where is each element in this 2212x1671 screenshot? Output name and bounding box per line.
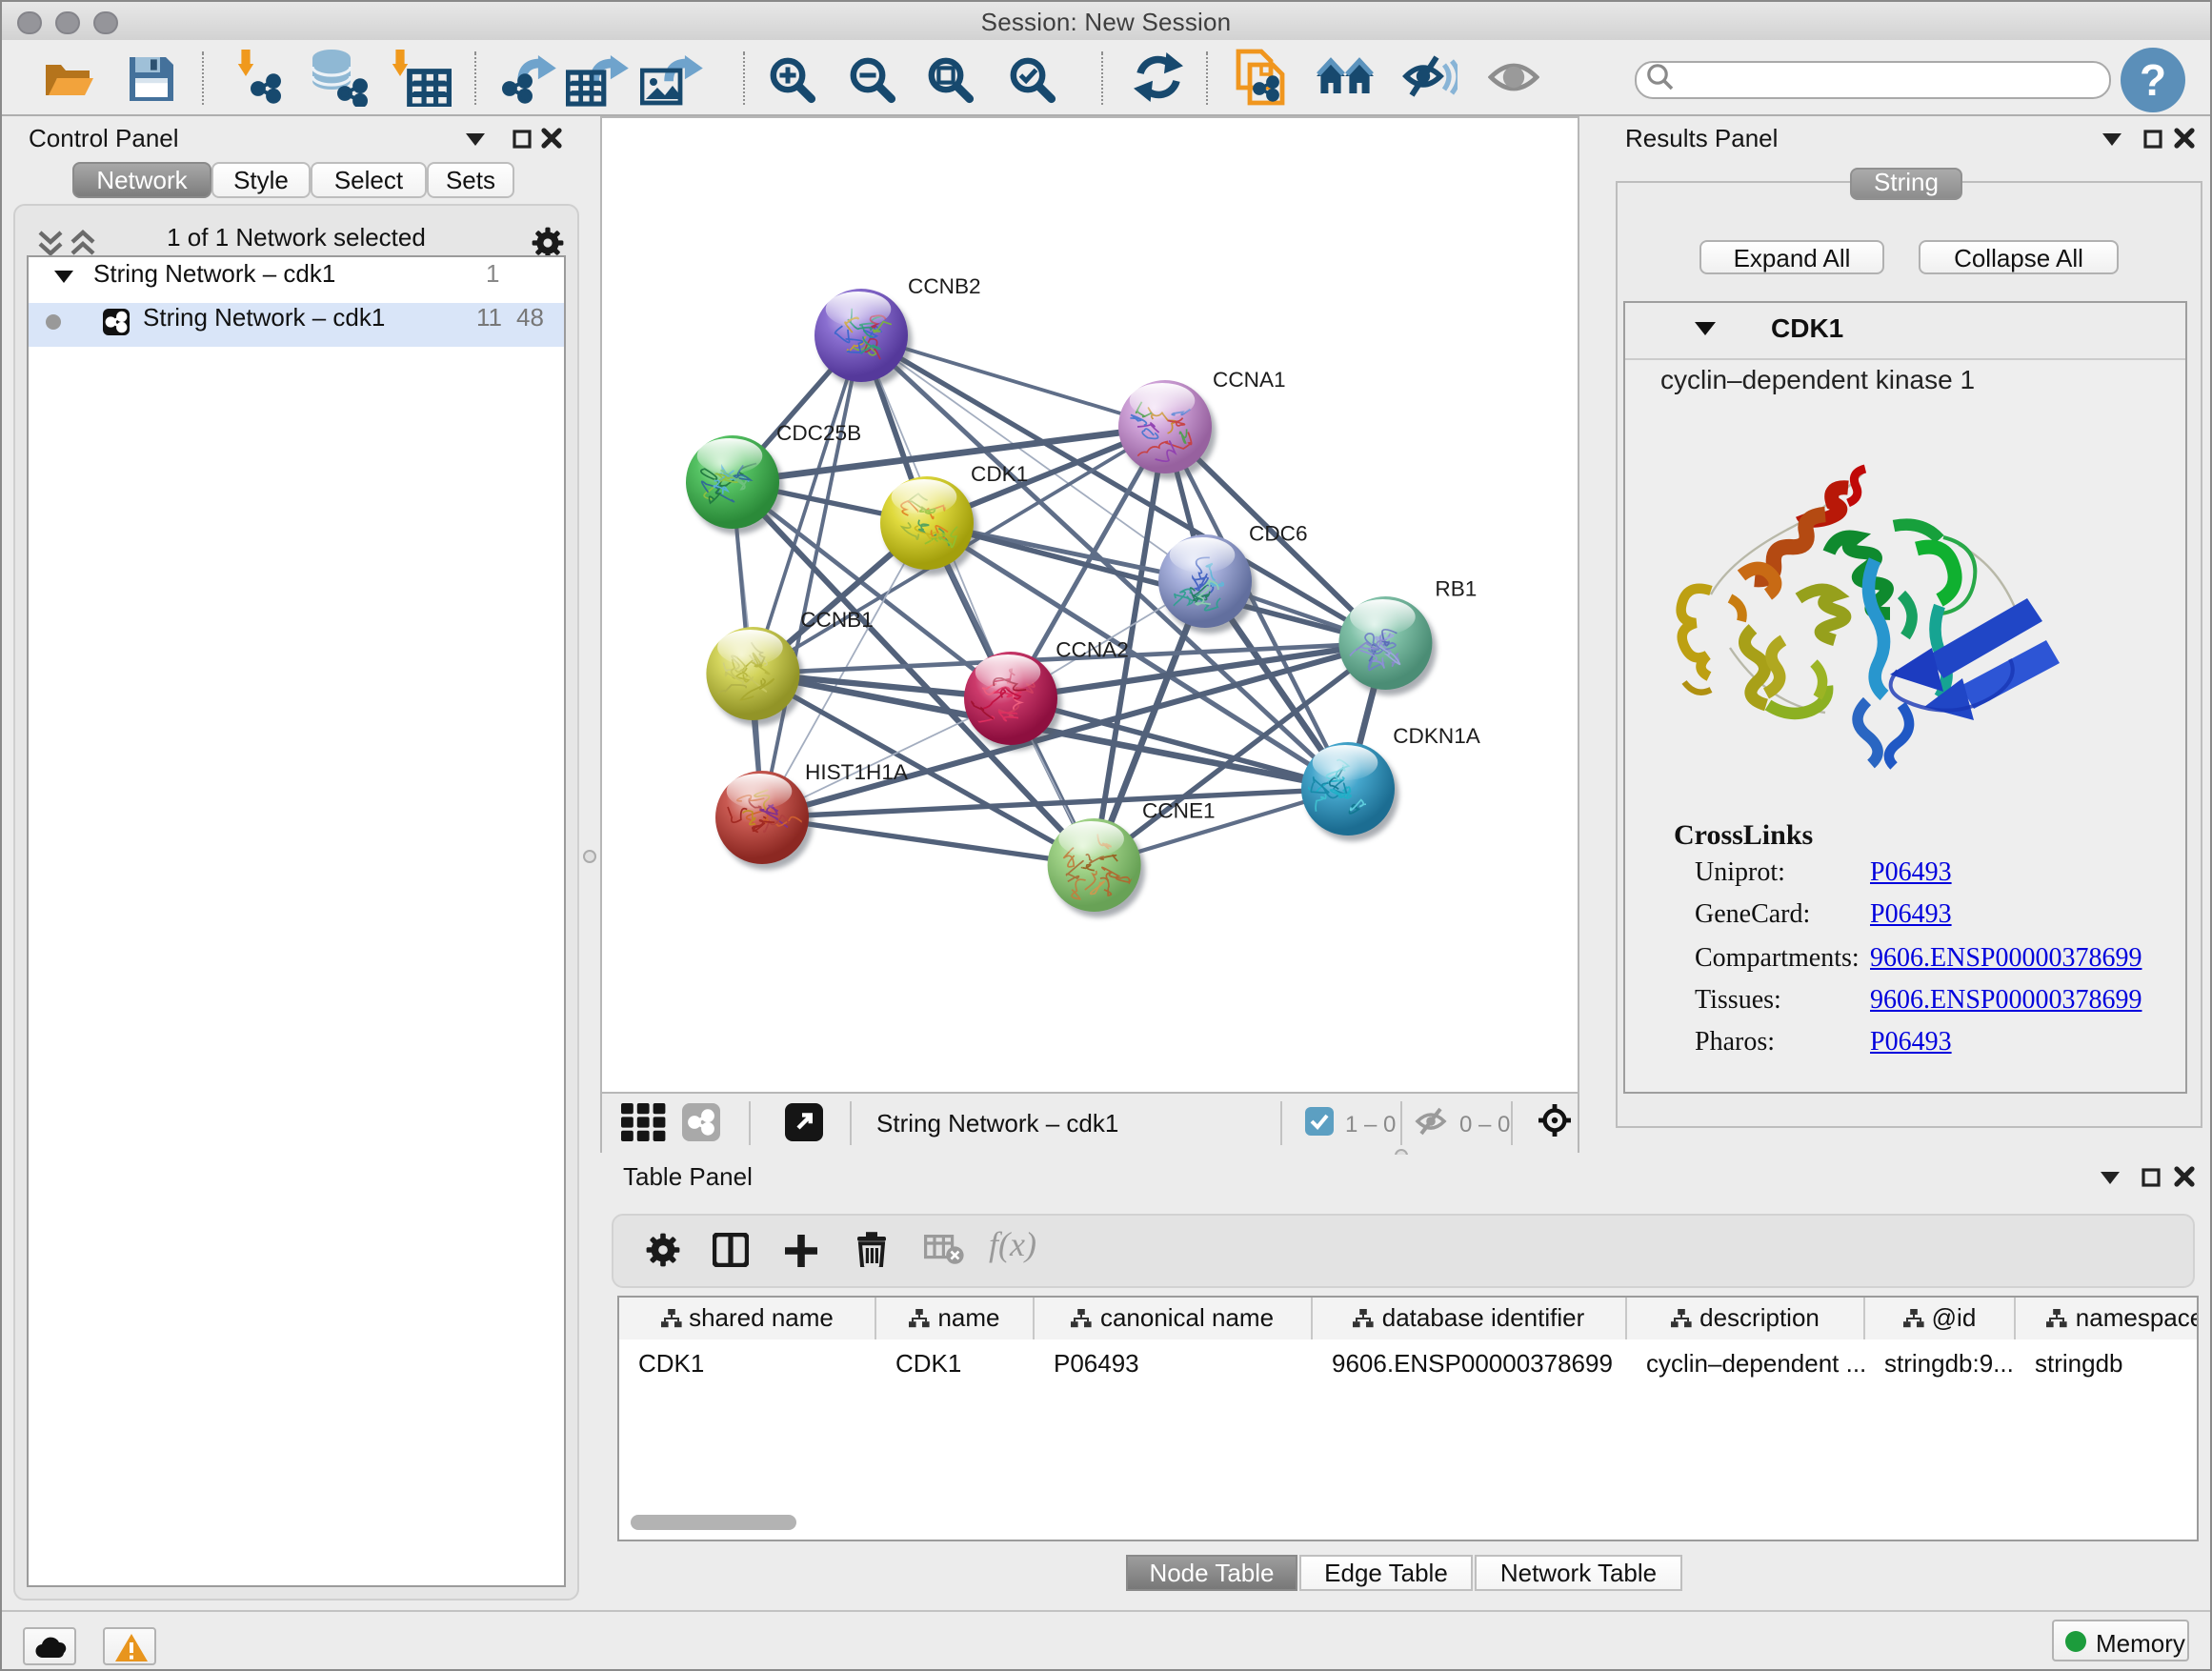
svg-text:CDKN1A: CDKN1A [1393, 724, 1481, 748]
svg-text:CCNA1: CCNA1 [1213, 368, 1286, 392]
svg-text:CCNB2: CCNB2 [908, 274, 981, 298]
svg-text:RB1: RB1 [1435, 576, 1477, 600]
svg-text:CCNB1: CCNB1 [800, 608, 874, 632]
svg-text:CDC6: CDC6 [1249, 522, 1308, 546]
svg-text:?: ? [2140, 55, 2166, 105]
svg-text:CDC25B: CDC25B [776, 421, 861, 445]
svg-text:HIST1H1A: HIST1H1A [805, 760, 909, 784]
svg-text:CCNE1: CCNE1 [1142, 799, 1216, 823]
svg-text:CDK1: CDK1 [971, 462, 1028, 486]
svg-text:CCNA2: CCNA2 [1056, 637, 1129, 661]
